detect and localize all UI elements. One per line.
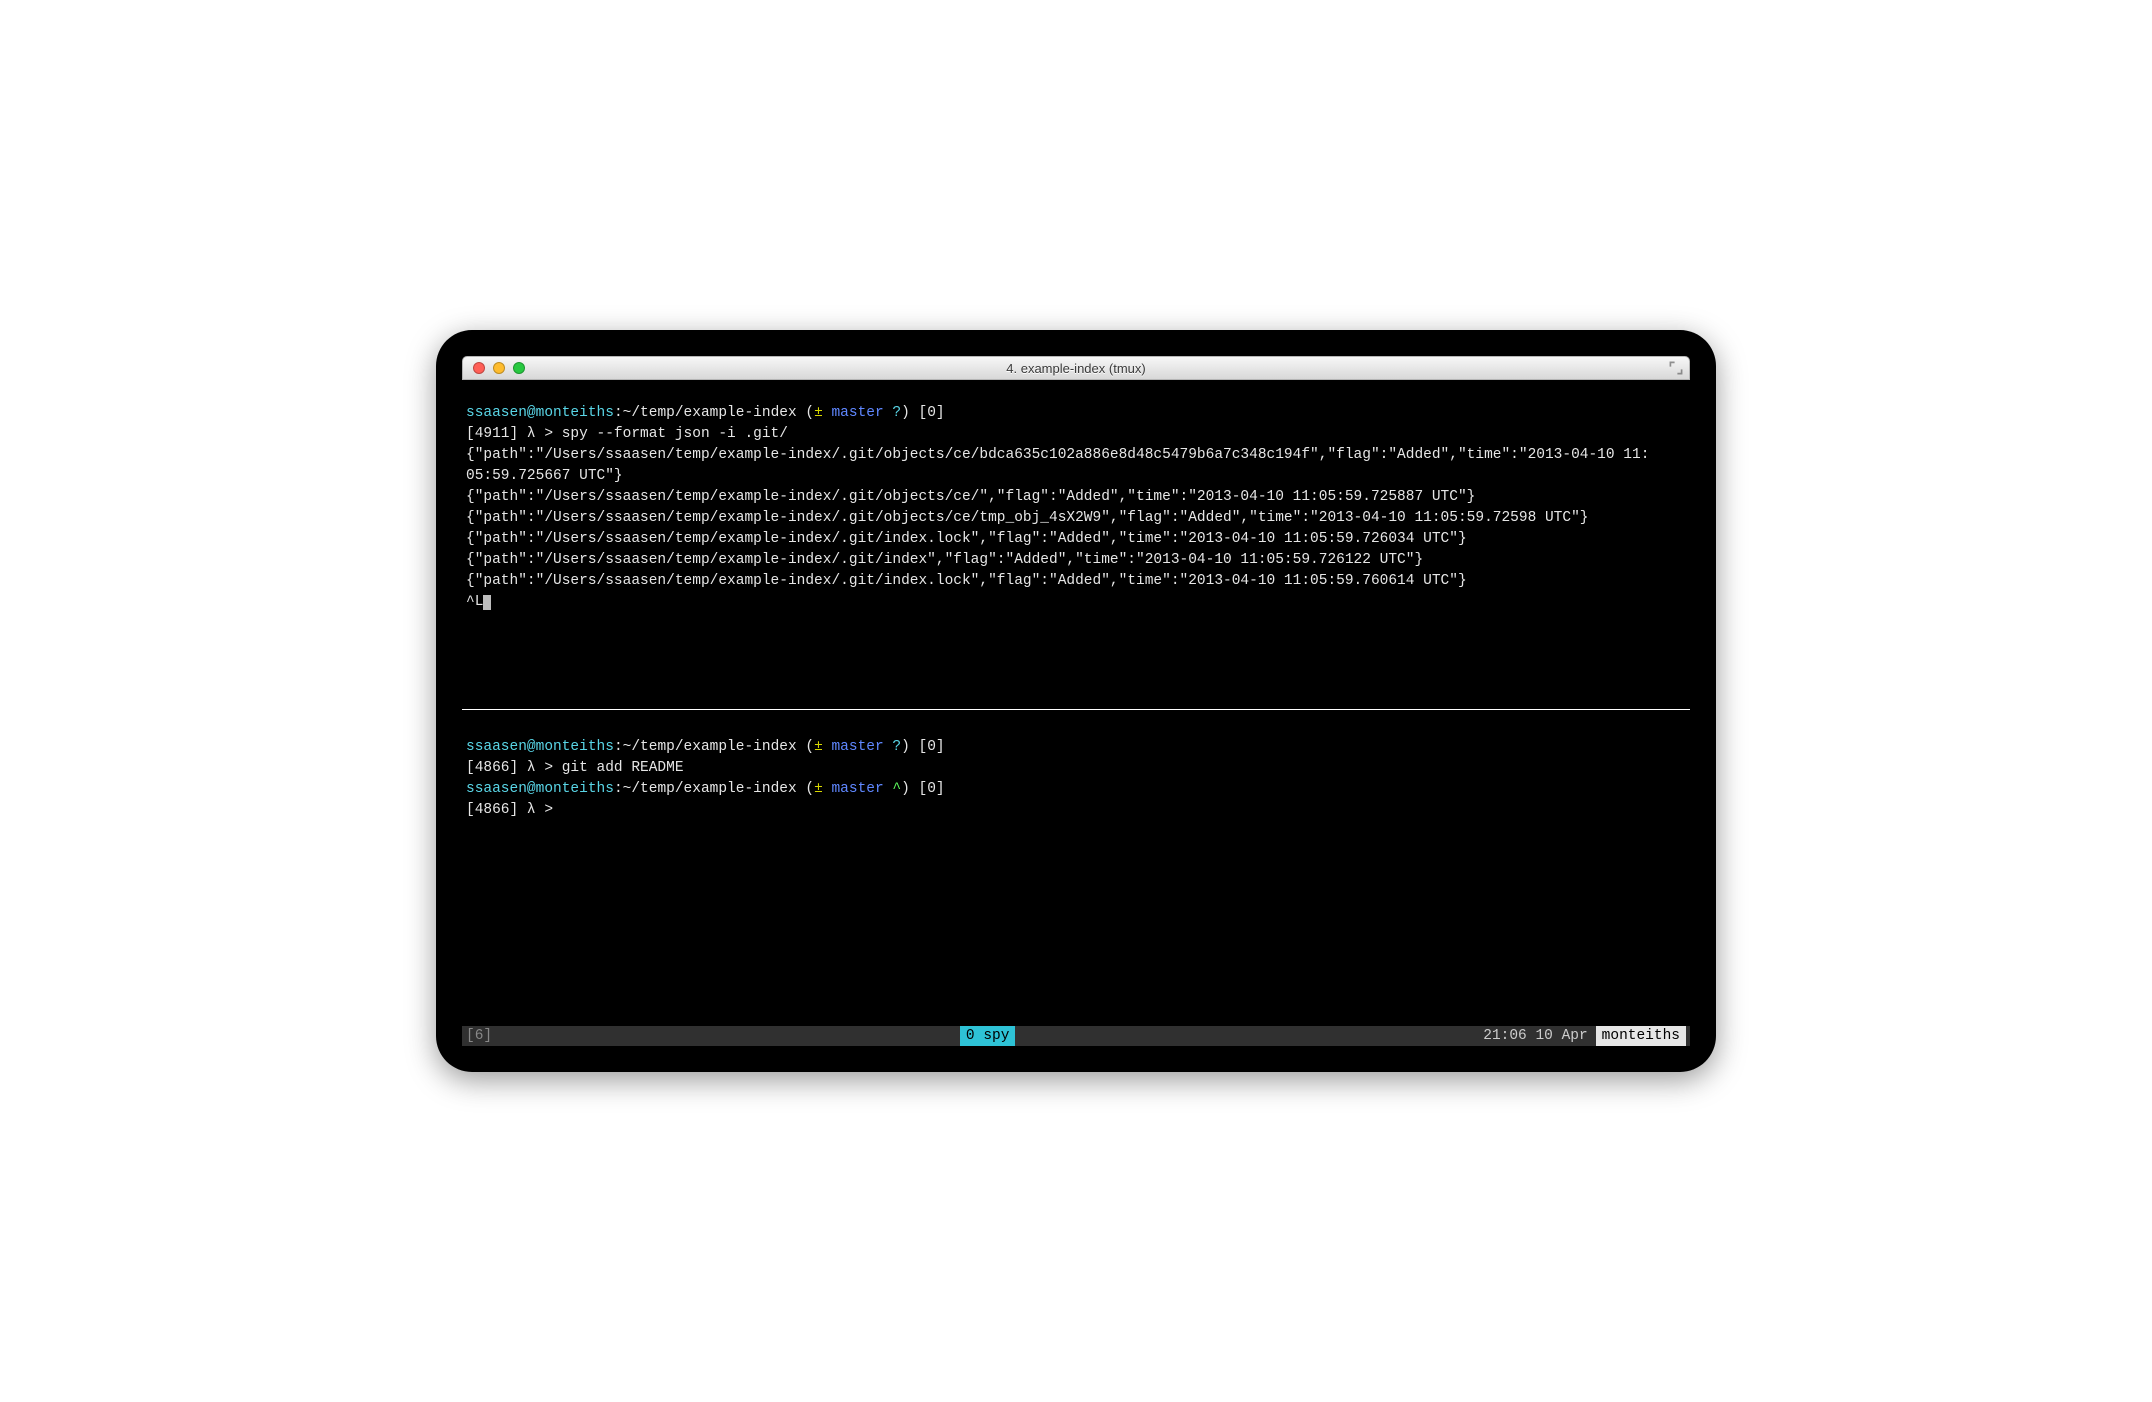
status-session: [6]	[466, 1028, 492, 1044]
git-open: (	[805, 781, 814, 797]
window-title: 4. example-index (tmux)	[463, 361, 1689, 376]
git-branch: master	[823, 739, 893, 755]
titlebar: 4. example-index (tmux)	[462, 356, 1690, 380]
prompt-trail: [0]	[910, 781, 945, 797]
output-line: {"path":"/Users/ssaasen/temp/example-ind…	[466, 510, 1588, 526]
git-open: (	[805, 739, 814, 755]
git-branch: master	[823, 405, 893, 421]
output-line: {"path":"/Users/ssaasen/temp/example-ind…	[466, 573, 1467, 589]
cmd-prefix: [4866] λ >	[466, 760, 562, 776]
git-close: )	[901, 739, 910, 755]
tmux-pane-top[interactable]: ssaasen@monteiths:~/temp/example-index (…	[462, 380, 1690, 710]
output-line: {"path":"/Users/ssaasen/temp/example-ind…	[466, 531, 1467, 547]
git-status: ^	[892, 781, 901, 797]
fullscreen-icon[interactable]	[1669, 361, 1683, 375]
plus-minus-icon: ±	[814, 405, 823, 421]
git-status: ?	[892, 739, 901, 755]
command-text: spy --format json -i .git/	[562, 426, 788, 442]
git-open: (	[805, 405, 814, 421]
output-line: {"path":"/Users/ssaasen/temp/example-ind…	[466, 489, 1475, 505]
prompt-trail: [0]	[910, 405, 945, 421]
status-clock: 21:06 10 Apr	[1483, 1028, 1595, 1044]
cmd-prefix: [4866] λ >	[466, 802, 562, 818]
cursor-icon	[483, 595, 491, 610]
git-status: ?	[892, 405, 901, 421]
prompt-trail: [0]	[910, 739, 945, 755]
prompt-user-host: ssaasen@monteiths	[466, 781, 614, 797]
command-text: git add README	[562, 760, 684, 776]
output-line: 05:59.725667 UTC"}	[466, 468, 623, 484]
prompt-path: :~/temp/example-index	[614, 739, 805, 755]
git-close: )	[901, 781, 910, 797]
git-close: )	[901, 405, 910, 421]
terminal-window: 4. example-index (tmux) ssaasen@monteith…	[436, 330, 1716, 1072]
git-branch: master	[823, 781, 893, 797]
prompt-user-host: ssaasen@monteiths	[466, 739, 614, 755]
ctrl-sequence: ^L	[466, 594, 483, 610]
prompt-user-host: ssaasen@monteiths	[466, 405, 614, 421]
prompt-path: :~/temp/example-index	[614, 405, 805, 421]
plus-minus-icon: ±	[814, 781, 823, 797]
status-host: monteiths	[1596, 1026, 1686, 1046]
prompt-path: :~/temp/example-index	[614, 781, 805, 797]
tmux-pane-bottom[interactable]: ssaasen@monteiths:~/temp/example-index (…	[462, 710, 1690, 1026]
plus-minus-icon: ±	[814, 739, 823, 755]
output-line: {"path":"/Users/ssaasen/temp/example-ind…	[466, 552, 1423, 568]
output-line: {"path":"/Users/ssaasen/temp/example-ind…	[466, 447, 1649, 463]
tmux-status-bar: [6] 0 spy 21:06 10 Apr monteiths	[462, 1026, 1690, 1046]
status-active-window[interactable]: 0 spy	[960, 1026, 1016, 1046]
cmd-prefix: [4911] λ >	[466, 426, 562, 442]
